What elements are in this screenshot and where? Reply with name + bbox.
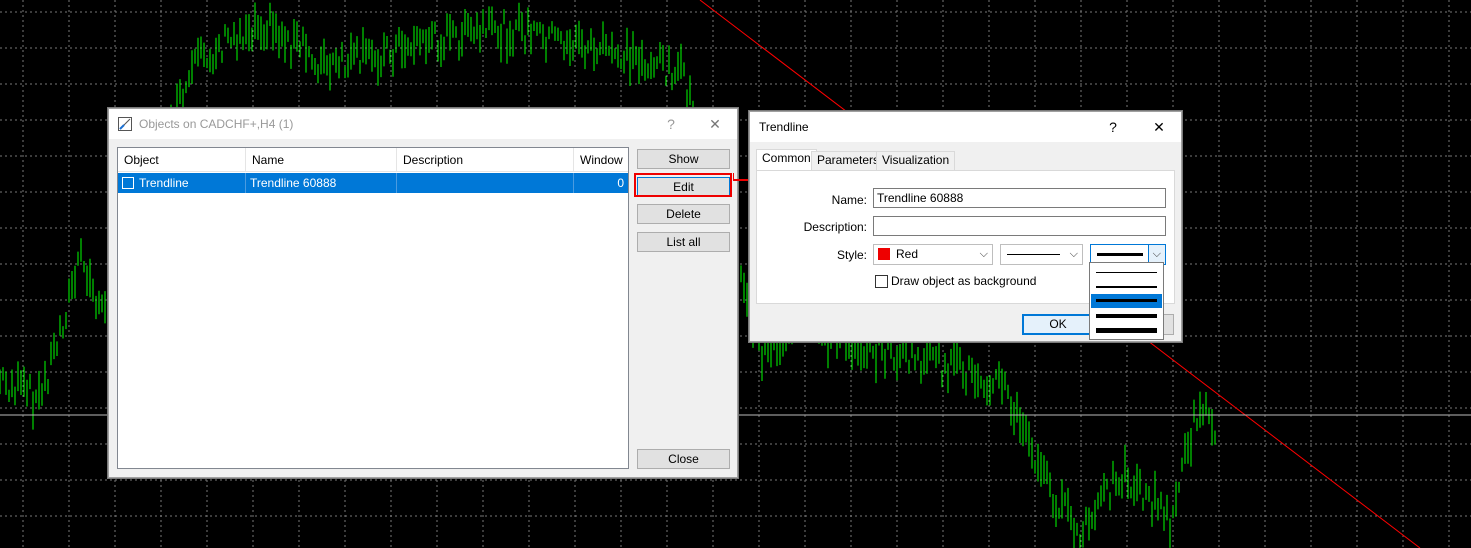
line-width-sample (1097, 253, 1143, 256)
column-window[interactable]: Window (574, 148, 628, 172)
objects-list-header: Object Name Description Window (118, 148, 628, 172)
width-option-1[interactable] (1091, 265, 1162, 279)
name-field[interactable]: Trendline 60888 (873, 188, 1166, 208)
objects-icon (118, 117, 132, 131)
row-object: Trendline (139, 176, 189, 190)
close-button[interactable]: Close (637, 449, 730, 469)
trendline-dialog-title: Trendline (759, 120, 809, 134)
width-option-4[interactable] (1091, 309, 1162, 323)
trendline-object-icon (122, 177, 134, 189)
show-button[interactable]: Show (637, 149, 730, 169)
column-name[interactable]: Name (246, 148, 397, 172)
name-label: Name: (831, 193, 867, 207)
close-icon[interactable]: ✕ (1149, 117, 1169, 137)
background-checkbox[interactable] (875, 275, 888, 288)
ok-button[interactable]: OK (1022, 314, 1094, 335)
chevron-down-icon: ⌵ (1069, 248, 1078, 260)
width-option-2[interactable] (1091, 280, 1162, 294)
row-window: 0 (617, 176, 624, 190)
column-object[interactable]: Object (118, 148, 246, 172)
tab-visualization[interactable]: Visualization (876, 151, 956, 170)
line-style-sample (1007, 254, 1060, 255)
objects-dialog-titlebar[interactable]: Objects on CADCHF+,H4 (1) ? ✕ (109, 109, 737, 139)
list-all-button[interactable]: List all (637, 232, 730, 252)
table-row[interactable]: Trendline Trendline 60888 0 (118, 173, 628, 193)
help-icon[interactable]: ? (661, 114, 681, 134)
color-select[interactable]: Red ⌵ (873, 244, 993, 265)
objects-dialog-title: Objects on CADCHF+,H4 (1) (139, 117, 294, 131)
color-select-value: Red (896, 247, 919, 261)
row-name: Trendline 60888 (246, 173, 397, 193)
color-swatch (878, 248, 890, 260)
column-description[interactable]: Description (397, 148, 574, 172)
delete-button[interactable]: Delete (637, 204, 730, 224)
row-description (397, 173, 574, 193)
tab-common[interactable]: Common (756, 149, 817, 171)
objects-list[interactable]: Object Name Description Window Trendline… (117, 147, 629, 469)
tab-parameters[interactable]: Parameters (811, 151, 886, 170)
style-label: Style: (836, 248, 867, 262)
description-field[interactable] (873, 216, 1166, 236)
objects-dialog: Objects on CADCHF+,H4 (1) ? ✕ Object Nam… (108, 108, 738, 478)
line-style-select[interactable]: ⌵ (1000, 244, 1083, 265)
chevron-down-icon: ⌵ (979, 248, 988, 260)
trendline-dialog-titlebar[interactable]: Trendline ? ✕ (750, 112, 1181, 142)
description-label: Description: (803, 220, 867, 234)
line-width-dropdown[interactable] (1089, 262, 1164, 340)
width-option-3[interactable] (1091, 294, 1162, 308)
edit-highlight-box (634, 173, 732, 197)
width-option-5[interactable] (1091, 324, 1162, 338)
close-icon[interactable]: ✕ (705, 114, 725, 134)
background-checkbox-label: Draw object as background (891, 274, 1037, 288)
help-icon[interactable]: ? (1103, 117, 1123, 137)
